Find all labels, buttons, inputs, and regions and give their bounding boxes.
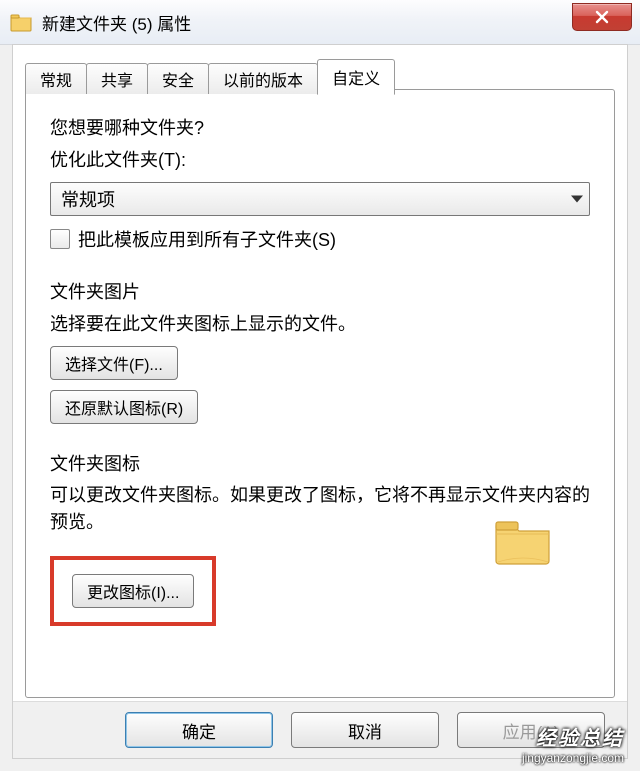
folder-picture-desc: 选择要在此文件夹图标上显示的文件。 xyxy=(50,310,590,336)
button-label: 应用(A) xyxy=(503,718,560,743)
tab-customize[interactable]: 自定义 xyxy=(317,59,395,95)
highlight-annotation: 更改图标(I)... xyxy=(50,556,216,626)
button-label: 取消 xyxy=(348,718,382,743)
dialog-button-bar: 确定 取消 应用(A) xyxy=(13,701,627,758)
close-button[interactable] xyxy=(572,3,632,31)
folder-picture-group: 文件夹图片 选择要在此文件夹图标上显示的文件。 选择文件(F)... 还原默认图… xyxy=(50,278,590,424)
apply-template-label: 把此模板应用到所有子文件夹(S) xyxy=(78,226,336,252)
button-label: 选择文件(F)... xyxy=(65,351,163,375)
tabstrip: 常规 共享 安全 以前的版本 自定义 xyxy=(25,59,394,94)
tab-label: 安全 xyxy=(162,67,194,91)
cancel-button[interactable]: 取消 xyxy=(291,712,439,748)
folder-picture-title: 文件夹图片 xyxy=(50,278,590,304)
optimize-label: 优化此文件夹(T): xyxy=(50,146,590,172)
apply-template-row[interactable]: 把此模板应用到所有子文件夹(S) xyxy=(50,226,590,252)
optimize-select[interactable]: 常规项 xyxy=(50,182,590,216)
button-label: 确定 xyxy=(182,718,216,743)
folder-icon xyxy=(10,12,32,32)
folder-icon-title: 文件夹图标 xyxy=(50,450,590,476)
optimize-select-value: 常规项 xyxy=(61,186,115,212)
tab-previous-versions[interactable]: 以前的版本 xyxy=(208,63,318,94)
chevron-down-icon xyxy=(571,196,583,203)
tab-general[interactable]: 常规 xyxy=(25,63,87,94)
button-label: 还原默认图标(R) xyxy=(65,395,183,419)
tab-label: 以前的版本 xyxy=(223,67,303,91)
ok-button[interactable]: 确定 xyxy=(125,712,273,748)
restore-default-button[interactable]: 还原默认图标(R) xyxy=(50,390,198,424)
folder-type-question: 您想要哪种文件夹? xyxy=(50,114,590,140)
tab-sharing[interactable]: 共享 xyxy=(86,63,148,94)
window-title: 新建文件夹 (5) 属性 xyxy=(42,10,191,35)
client-area: 常规 共享 安全 以前的版本 自定义 您想要哪种文件夹? 优化此文件夹(T): … xyxy=(12,44,628,759)
tab-label: 自定义 xyxy=(332,65,380,89)
tab-security[interactable]: 安全 xyxy=(147,63,209,94)
button-label: 更改图标(I)... xyxy=(87,579,179,603)
tab-panel-customize: 您想要哪种文件夹? 优化此文件夹(T): 常规项 把此模板应用到所有子文件夹(S… xyxy=(25,89,615,698)
choose-file-button[interactable]: 选择文件(F)... xyxy=(50,346,178,380)
folder-icon-preview xyxy=(492,514,554,572)
apply-template-checkbox[interactable] xyxy=(50,229,70,249)
change-icon-button[interactable]: 更改图标(I)... xyxy=(72,574,194,608)
titlebar[interactable]: 新建文件夹 (5) 属性 xyxy=(0,0,640,45)
tab-label: 常规 xyxy=(40,67,72,91)
tab-label: 共享 xyxy=(101,67,133,91)
properties-window: 新建文件夹 (5) 属性 常规 共享 安全 以前的版本 自定义 您想要哪种文件夹… xyxy=(0,0,640,771)
close-icon xyxy=(594,10,610,24)
apply-button[interactable]: 应用(A) xyxy=(457,712,605,748)
